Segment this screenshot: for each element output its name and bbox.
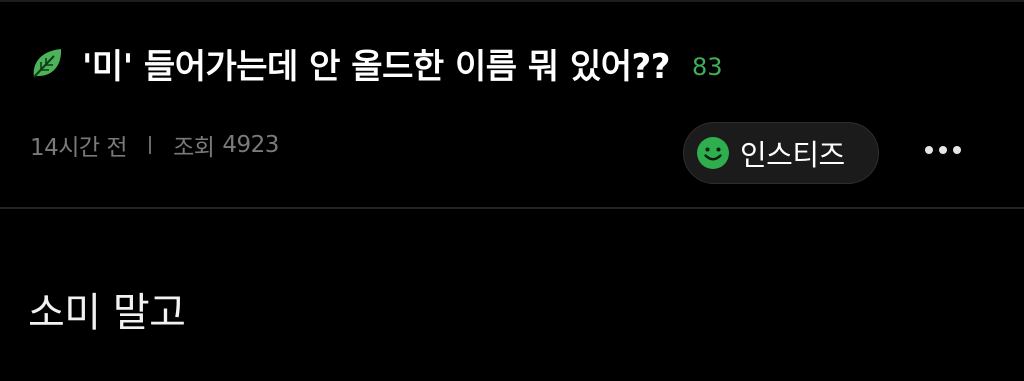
views-label: 조회 bbox=[173, 135, 215, 161]
category-chip[interactable]: 인스티즈 bbox=[683, 122, 879, 184]
section-divider bbox=[0, 207, 1024, 209]
smile-icon bbox=[696, 136, 730, 170]
comment-count[interactable]: 83 bbox=[692, 53, 723, 81]
category-label: 인스티즈 bbox=[740, 138, 845, 172]
post-view: '미' 들어가는데 안 올드한 이름 뭐 있어?? 83 14시간 전 조회 4… bbox=[0, 0, 1024, 381]
views-count: 4923 bbox=[222, 132, 279, 158]
post-title-row: '미' 들어가는데 안 올드한 이름 뭐 있어?? 83 bbox=[28, 38, 723, 88]
top-divider bbox=[0, 0, 1024, 2]
meta-separator bbox=[149, 136, 152, 154]
more-dot bbox=[939, 146, 947, 154]
post-title: '미' 들어가는데 안 올드한 이름 뭐 있어?? bbox=[82, 46, 670, 87]
more-dot bbox=[953, 146, 961, 154]
post-time: 14시간 전 bbox=[30, 135, 128, 161]
post-meta: 14시간 전 조회 4923 bbox=[30, 130, 279, 161]
more-horizontal-icon bbox=[925, 146, 933, 154]
post-body: 소미 말고 bbox=[28, 290, 186, 336]
more-options-button[interactable] bbox=[918, 132, 968, 168]
leaf-icon bbox=[28, 44, 66, 82]
